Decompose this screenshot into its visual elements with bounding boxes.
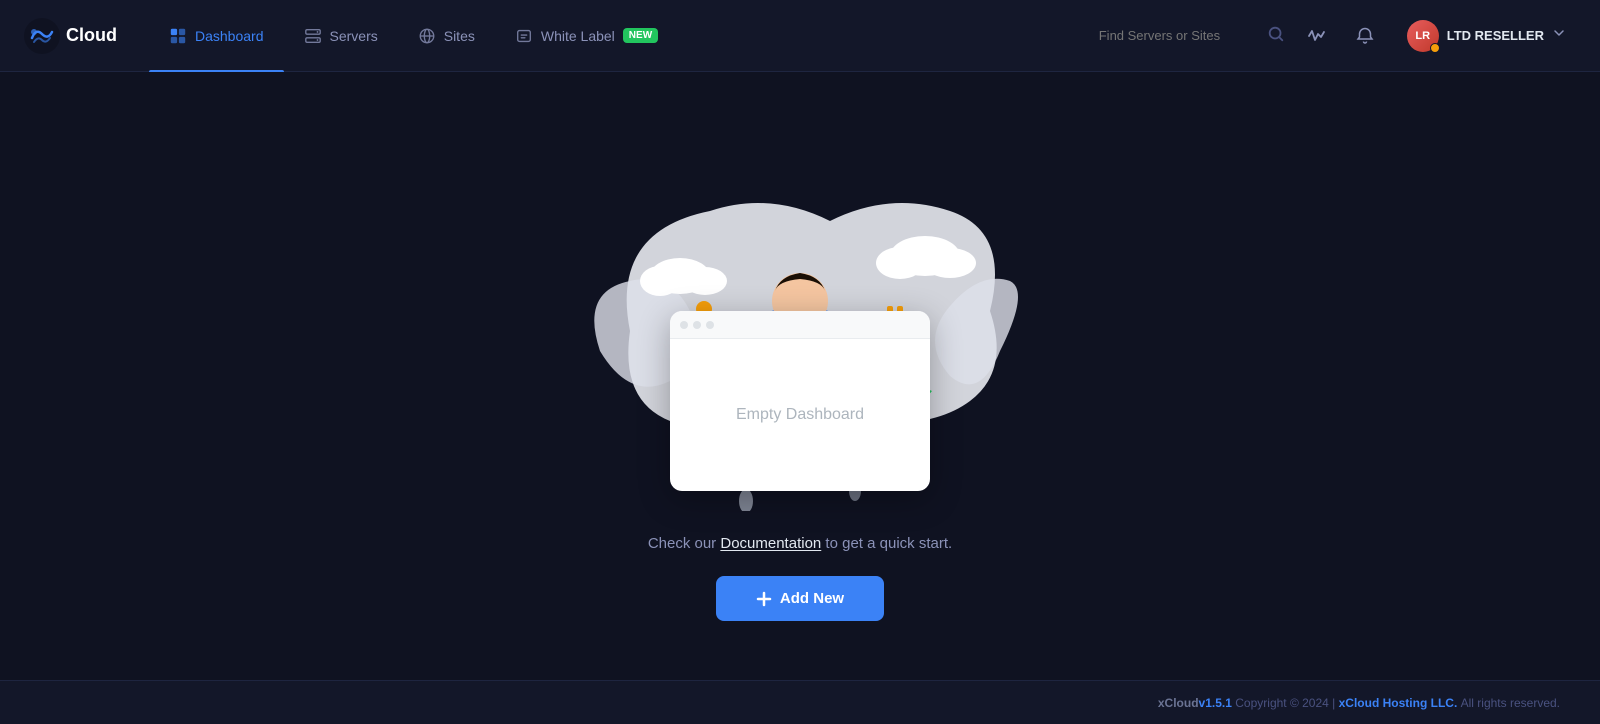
- cta-text: Check our Documentation to get a quick s…: [648, 535, 952, 552]
- plus-icon: [756, 591, 772, 607]
- screen-card-header: [670, 311, 930, 339]
- footer-copyright: Copyright © 2024 |: [1235, 696, 1335, 710]
- footer-company: xCloud Hosting LLC.: [1339, 696, 1458, 710]
- footer: xCloudv1.5.1 Copyright © 2024 | xCloud H…: [0, 680, 1600, 724]
- screen-card-body: Empty Dashboard: [670, 339, 930, 491]
- cta-text-before: Check our: [648, 535, 721, 552]
- documentation-link[interactable]: Documentation: [720, 535, 821, 552]
- navbar: Cloud Dashboard Servers: [0, 0, 1600, 72]
- globe-icon: [418, 27, 436, 45]
- chevron-down-icon: [1552, 26, 1566, 45]
- app-logo-text: Cloud: [66, 25, 117, 46]
- servers-icon: [304, 27, 322, 45]
- add-new-button[interactable]: Add New: [716, 576, 884, 621]
- footer-brand: xCloudv1.5.1 Copyright © 2024 | xCloud H…: [1158, 696, 1560, 710]
- search-input[interactable]: [1099, 28, 1259, 43]
- nav-item-servers[interactable]: Servers: [284, 0, 398, 72]
- search-area[interactable]: [1099, 25, 1285, 46]
- nav-label-white-label: White Label: [541, 28, 615, 44]
- nav-right: LR LTD RESELLER: [1099, 14, 1576, 58]
- footer-version: v1.5.1: [1199, 696, 1232, 710]
- empty-dashboard-label: Empty Dashboard: [736, 406, 864, 424]
- main-content: Empty Dashboard Check our Documentation …: [0, 72, 1600, 680]
- nav-label-dashboard: Dashboard: [195, 28, 264, 44]
- footer-rights: All rights reserved.: [1461, 696, 1560, 710]
- screen-card: Empty Dashboard: [670, 311, 930, 491]
- nav-item-sites[interactable]: Sites: [398, 0, 495, 72]
- logo-icon: [24, 18, 60, 54]
- new-badge: New: [623, 28, 658, 43]
- screen-dot-3: [706, 321, 714, 329]
- nav-item-dashboard[interactable]: Dashboard: [149, 0, 284, 72]
- screen-dot-1: [680, 321, 688, 329]
- activity-icon-btn[interactable]: [1301, 20, 1333, 52]
- illustration-container: Empty Dashboard: [550, 131, 1050, 511]
- nav-item-white-label[interactable]: White Label New: [495, 0, 678, 72]
- footer-brand-text: xCloud: [1158, 696, 1199, 710]
- cta-text-after: to get a quick start.: [821, 535, 952, 552]
- nav-label-sites: Sites: [444, 28, 475, 44]
- screen-dot-2: [693, 321, 701, 329]
- nav-items: Dashboard Servers Sites: [149, 0, 1099, 72]
- user-display-name: LTD RESELLER: [1447, 28, 1544, 43]
- logo-area[interactable]: Cloud: [24, 18, 117, 54]
- add-new-label: Add New: [780, 590, 844, 607]
- avatar: LR: [1407, 20, 1439, 52]
- dashboard-icon: [169, 27, 187, 45]
- search-icon[interactable]: [1267, 25, 1285, 46]
- nav-label-servers: Servers: [330, 28, 378, 44]
- avatar-status-dot: [1430, 43, 1440, 53]
- user-menu[interactable]: LR LTD RESELLER: [1397, 14, 1576, 58]
- white-label-icon: [515, 27, 533, 45]
- notification-icon-btn[interactable]: [1349, 20, 1381, 52]
